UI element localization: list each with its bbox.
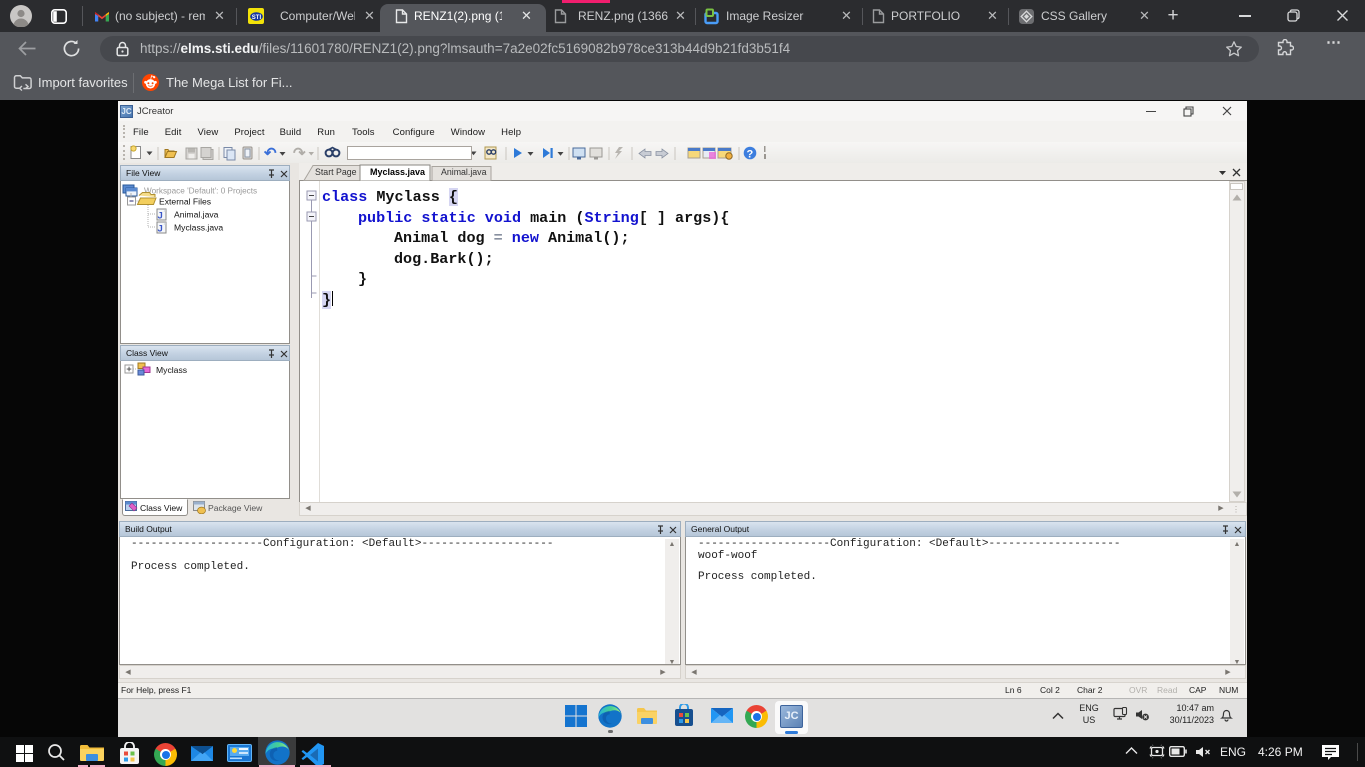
svg-text:J: J (158, 224, 163, 235)
svg-text:Animal.java: Animal.java (174, 210, 219, 220)
svg-text:External Files: External Files (159, 197, 211, 207)
svg-text:Myclass.java: Myclass.java (174, 223, 223, 233)
svg-text:?: ? (747, 149, 754, 161)
svg-text:↷: ↷ (293, 145, 306, 161)
svg-text:J: J (158, 211, 163, 222)
svg-text:Myclass: Myclass (156, 365, 187, 375)
svg-text:Workspace 'Default': 0 Project: Workspace 'Default': 0 Projects (144, 187, 257, 196)
svg-text:↶: ↶ (263, 145, 277, 161)
svg-text:STI: STI (251, 15, 261, 21)
